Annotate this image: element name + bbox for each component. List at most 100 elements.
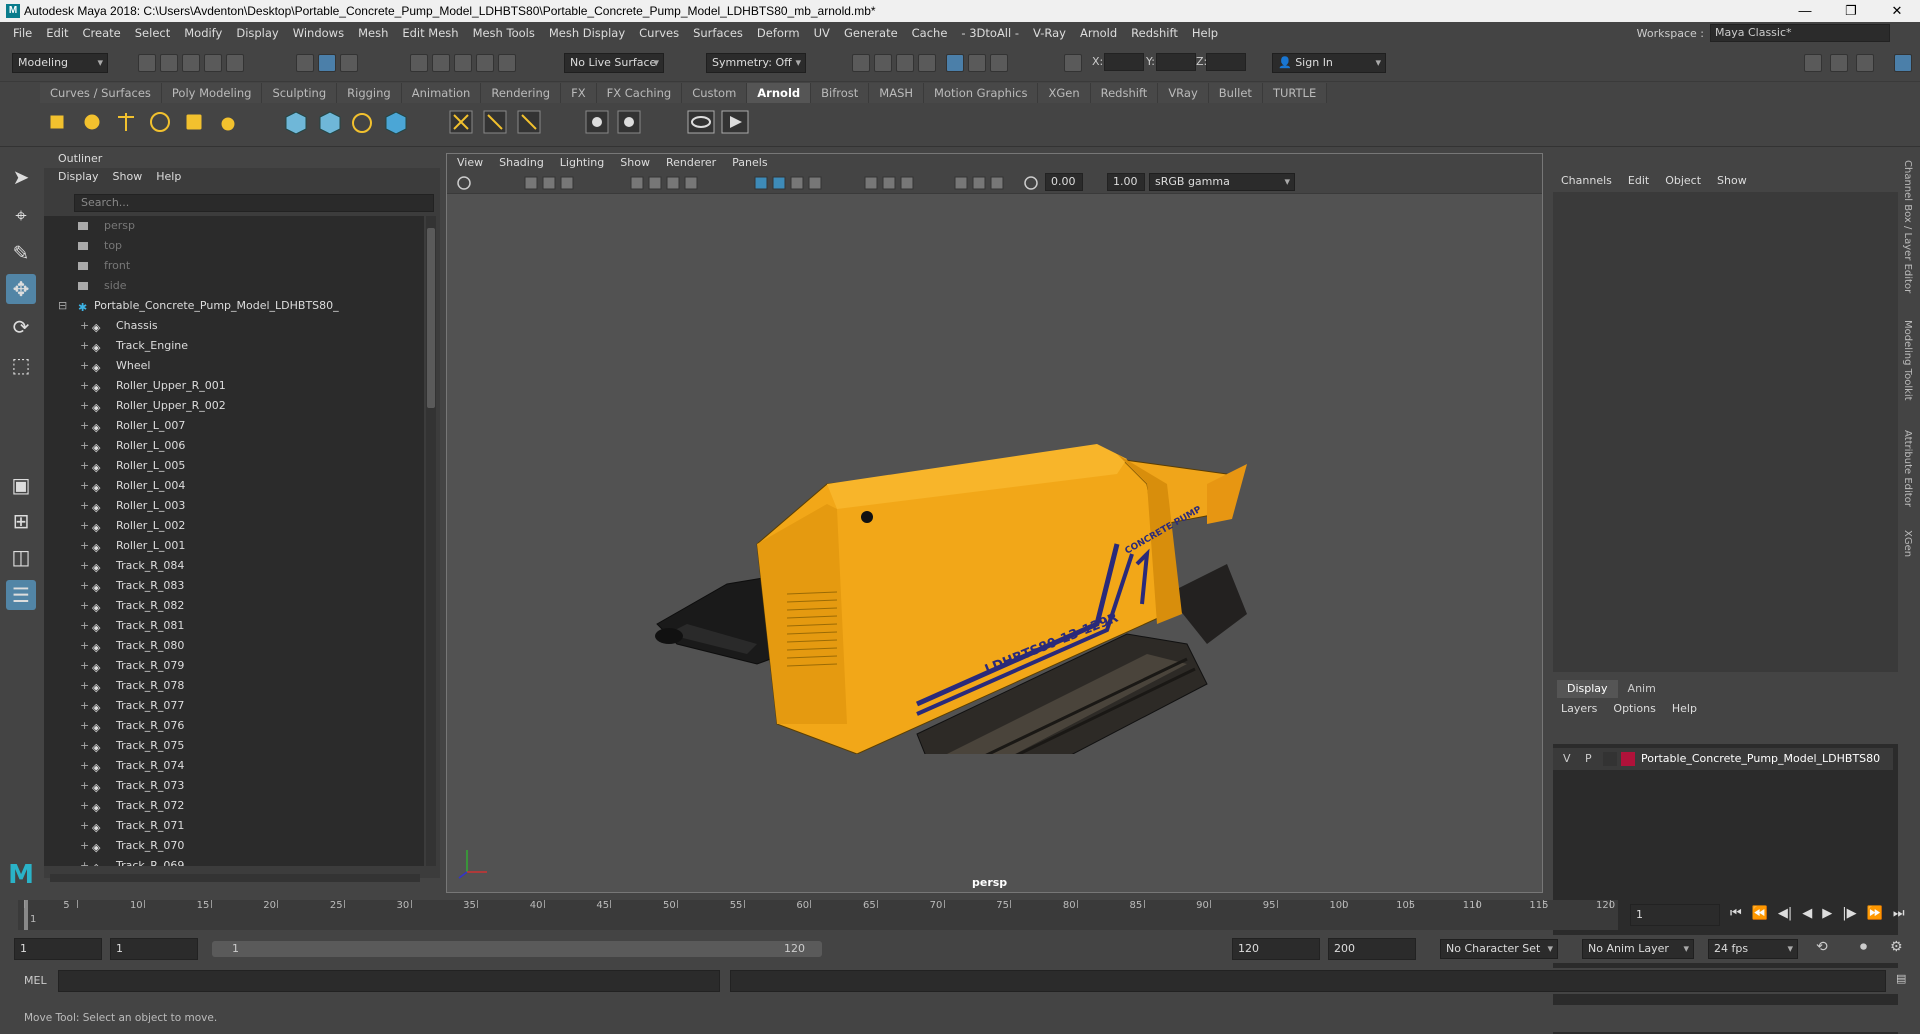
menu-display[interactable]: Display <box>229 26 285 40</box>
arnold-shape-icons[interactable] <box>280 109 410 137</box>
select-object-icon[interactable] <box>318 54 336 72</box>
outliner-mesh-row[interactable]: + ◈ Roller_Upper_R_002 <box>44 396 424 416</box>
menu-generate[interactable]: Generate <box>837 26 905 40</box>
shelf-tab-custom[interactable]: Custom <box>682 83 748 103</box>
outliner-mesh-row[interactable]: + ◈ Roller_L_005 <box>44 456 424 476</box>
xgen-side-tab[interactable]: XGen <box>1902 530 1913 557</box>
outliner-mesh-row[interactable]: + ◈ Roller_L_001 <box>44 536 424 556</box>
new-scene-icon[interactable] <box>138 54 156 72</box>
shelf-tab-bifrost[interactable]: Bifrost <box>811 83 870 103</box>
play-forwards-icon[interactable]: ▶ <box>1822 906 1832 921</box>
character-set-dropdown[interactable]: No Character Set <box>1440 939 1558 959</box>
step-forward-key-icon[interactable]: ⏩ <box>1867 906 1883 921</box>
expand-icon[interactable]: + <box>80 656 89 676</box>
display-layer-row[interactable]: V P Portable_Concrete_Pump_Model_LDHBTS8… <box>1553 748 1893 770</box>
menu-v-ray[interactable]: V-Ray <box>1026 26 1073 40</box>
shelf-tab-rigging[interactable]: Rigging <box>337 83 402 103</box>
mel-command-input[interactable] <box>58 970 720 992</box>
expand-icon[interactable]: + <box>80 336 89 356</box>
layer-visibility-toggle[interactable]: V <box>1563 748 1571 770</box>
outliner-menu-display[interactable]: Display <box>58 168 99 186</box>
channel-box-side-tab[interactable]: Channel Box / Layer Editor <box>1902 160 1913 293</box>
shelf-tab-fx-caching[interactable]: FX Caching <box>596 83 683 103</box>
outliner-camera-row[interactable]: top <box>44 236 424 256</box>
shelf-tab-bullet[interactable]: Bullet <box>1208 83 1263 103</box>
outliner-mesh-row[interactable]: + ◈ Track_R_073 <box>44 776 424 796</box>
expand-icon[interactable]: + <box>80 356 89 376</box>
two-view-layout-icon[interactable]: ◫ <box>6 542 36 572</box>
expand-icon[interactable]: + <box>80 476 89 496</box>
menu-mesh-tools[interactable]: Mesh Tools <box>466 26 542 40</box>
outliner-mesh-row[interactable]: + ◈ Track_R_072 <box>44 796 424 816</box>
expand-icon[interactable]: + <box>80 756 89 776</box>
gamma-field[interactable]: 1.00 <box>1107 173 1145 191</box>
channel-box-icon[interactable] <box>1894 54 1912 72</box>
expand-icon[interactable]: + <box>80 516 89 536</box>
layer-tab-display[interactable]: Display <box>1557 680 1618 698</box>
z-coordinate-field[interactable] <box>1206 53 1246 71</box>
arnold-render-icons[interactable] <box>584 109 644 137</box>
undo-icon[interactable] <box>204 54 222 72</box>
outliner-mesh-row[interactable]: + ◈ Track_R_070 <box>44 836 424 856</box>
expand-icon[interactable]: + <box>80 796 89 816</box>
expand-icon[interactable]: + <box>80 436 89 456</box>
expand-icon[interactable]: + <box>80 716 89 736</box>
snap-surface-icon[interactable] <box>498 54 516 72</box>
live-surface-dropdown[interactable]: No Live Surface <box>564 53 664 73</box>
mel-label[interactable]: MEL <box>24 974 47 987</box>
play-backwards-icon[interactable]: ◀ <box>1802 906 1812 921</box>
shelf-tab-animation[interactable]: Animation <box>401 83 482 103</box>
layer-menu-layers[interactable]: Layers <box>1561 702 1597 715</box>
expand-icon[interactable]: + <box>80 416 89 436</box>
end-time-field[interactable]: 200 <box>1328 938 1416 960</box>
outliner-horizontal-scrollbar[interactable] <box>50 874 420 882</box>
outliner-mesh-row[interactable]: + ◈ Roller_Upper_R_001 <box>44 376 424 396</box>
playback-start-field[interactable]: 1 <box>110 938 198 960</box>
shelf-tab-sculpting[interactable]: Sculpting <box>262 83 338 103</box>
outliner-camera-row[interactable]: persp <box>44 216 424 236</box>
shelf-tab-xgen[interactable]: XGen <box>1038 83 1091 103</box>
lasso-tool-icon[interactable]: ⌖ <box>6 200 36 230</box>
expand-icon[interactable]: + <box>80 816 89 836</box>
save-scene-icon[interactable] <box>182 54 200 72</box>
step-back-key-icon[interactable]: ⏪ <box>1752 906 1768 921</box>
maximize-button[interactable]: ❐ <box>1828 0 1874 22</box>
expand-icon[interactable]: + <box>80 376 89 396</box>
layer-tab-anim[interactable]: Anim <box>1618 680 1666 698</box>
outliner-mesh-row[interactable]: + ◈ Track_R_082 <box>44 596 424 616</box>
expand-icon[interactable]: + <box>80 736 89 756</box>
outliner-menu-help[interactable]: Help <box>156 168 181 186</box>
step-back-frame-icon[interactable]: ◀| <box>1778 906 1792 921</box>
move-tool-icon[interactable]: ✥ <box>6 274 36 304</box>
loop-icon[interactable]: ⟲ <box>1816 939 1828 955</box>
menu-cache[interactable]: Cache <box>905 26 955 40</box>
channel-menu-show[interactable]: Show <box>1717 174 1747 187</box>
menu-modify[interactable]: Modify <box>177 26 229 40</box>
menu-edit-mesh[interactable]: Edit Mesh <box>395 26 465 40</box>
animation-preferences-icon[interactable]: ⚙ <box>1890 939 1903 955</box>
workspace-dropdown[interactable]: Maya Classic* <box>1710 24 1890 42</box>
snap-view-icon[interactable] <box>476 54 494 72</box>
go-to-end-icon[interactable]: ⏭ <box>1893 906 1905 921</box>
playback-end-field[interactable]: 120 <box>1232 938 1320 960</box>
viewport-menu-lighting[interactable]: Lighting <box>560 154 604 172</box>
outliner-search-input[interactable]: Search... <box>74 194 434 212</box>
layer-playback-toggle[interactable]: P <box>1585 748 1592 770</box>
expand-icon[interactable]: + <box>80 456 89 476</box>
outliner-mesh-row[interactable]: + ◈ Track_R_080 <box>44 636 424 656</box>
scale-tool-icon[interactable]: ⬚ <box>6 350 36 380</box>
anim-layer-dropdown[interactable]: No Anim Layer <box>1582 939 1694 959</box>
shelf-tab-fx[interactable]: FX <box>561 83 597 103</box>
menu-deform[interactable]: Deform <box>750 26 807 40</box>
outliner-mesh-row[interactable]: + ◈ Roller_L_003 <box>44 496 424 516</box>
select-hierarchy-icon[interactable] <box>296 54 314 72</box>
expand-icon[interactable]: + <box>80 856 89 866</box>
select-component-icon[interactable] <box>340 54 358 72</box>
outliner-mesh-row[interactable]: + ◈ Roller_L_007 <box>44 416 424 436</box>
outliner-mesh-row[interactable]: + ◈ Wheel <box>44 356 424 376</box>
minimize-button[interactable]: — <box>1782 0 1828 22</box>
menu-help[interactable]: Help <box>1185 26 1225 40</box>
redo-icon[interactable] <box>226 54 244 72</box>
modeling-toolkit-icon[interactable] <box>1804 54 1822 72</box>
exposure-field[interactable]: 0.00 <box>1045 173 1083 191</box>
